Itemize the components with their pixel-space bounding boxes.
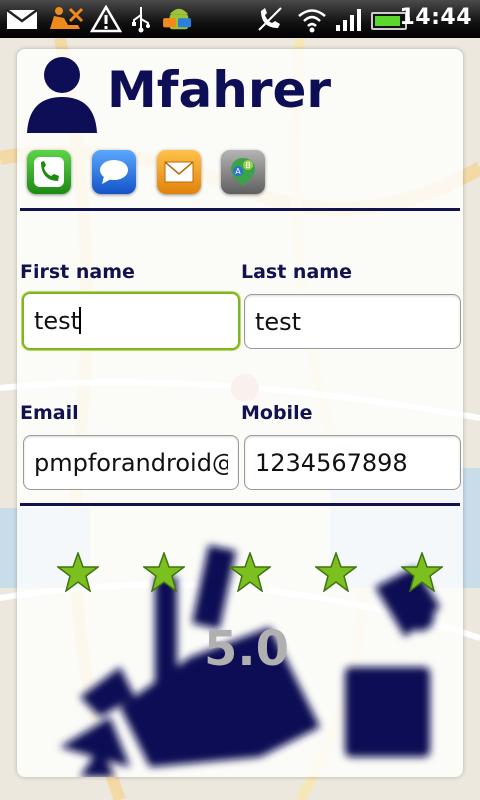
mute-icon [258, 7, 282, 31]
svg-text:A: A [235, 167, 241, 176]
email-input[interactable] [24, 436, 238, 489]
last-name-input[interactable] [245, 295, 460, 348]
usb-icon [132, 7, 150, 33]
email-field[interactable] [23, 435, 239, 490]
call-button[interactable] [27, 150, 71, 194]
message-button[interactable] [92, 150, 136, 194]
android-app-icon [163, 8, 192, 30]
battery-level [375, 16, 401, 26]
email-label: Email [20, 402, 79, 424]
clock: 14:44 [399, 5, 472, 30]
email-icon [164, 161, 194, 183]
navigate-icon: A B [231, 158, 255, 186]
form-divider [20, 503, 460, 506]
car-crash-icon [50, 7, 84, 29]
status-bar: 14:44 [0, 0, 480, 38]
signal-icon [336, 9, 361, 31]
first-name-input[interactable] [24, 294, 238, 348]
rating-value: 5.0 [204, 621, 290, 677]
mobile-label: Mobile [241, 402, 313, 424]
header-divider [20, 208, 460, 211]
svg-text:B: B [245, 161, 251, 170]
rating-star-1[interactable] [57, 552, 99, 592]
contact-card: Mfahrer A B First name Last name test te… [17, 49, 463, 777]
contact-name: Mfahrer [107, 61, 332, 119]
text-cursor [79, 307, 81, 334]
mobile-input[interactable] [245, 436, 460, 489]
call-icon [34, 157, 64, 187]
rating-star-2[interactable] [143, 552, 185, 592]
email-button[interactable] [157, 150, 201, 194]
last-name-field[interactable] [244, 294, 461, 349]
rating-star-4[interactable] [315, 552, 357, 592]
avatar-icon [27, 57, 97, 133]
first-name-field[interactable] [22, 292, 240, 350]
message-icon [100, 160, 128, 184]
rating-star-3[interactable] [229, 552, 271, 592]
warning-icon [90, 5, 122, 33]
last-name-label: Last name [241, 261, 352, 283]
navigate-button[interactable]: A B [221, 150, 265, 194]
wifi-icon [298, 9, 326, 33]
rating-star-5[interactable] [401, 552, 443, 592]
mobile-field[interactable] [244, 435, 461, 490]
mail-icon [6, 8, 38, 29]
first-name-label: First name [20, 261, 135, 283]
